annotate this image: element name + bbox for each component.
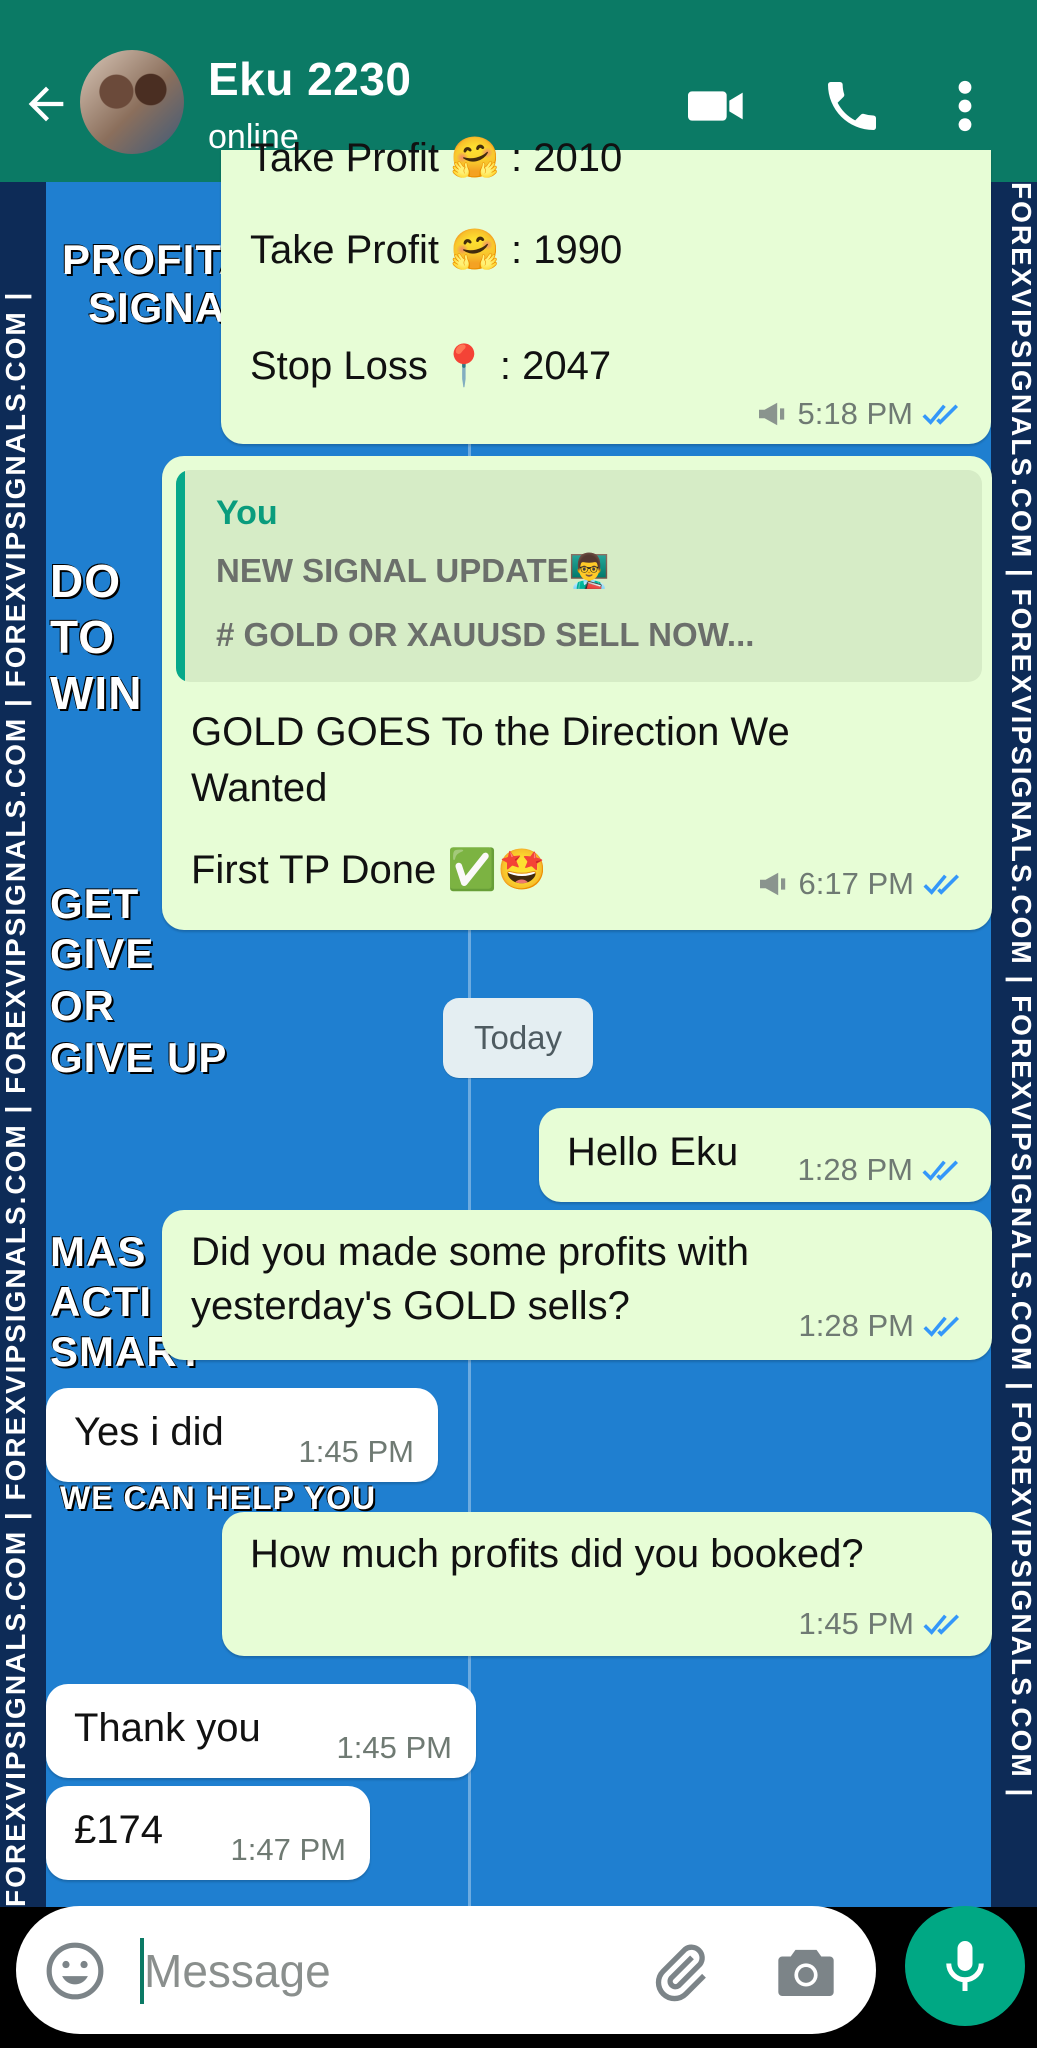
outgoing-message[interactable]: Take Profit 🤗 : 2010 Take Profit 🤗 : 199…	[221, 136, 991, 444]
double-check-icon	[923, 1614, 960, 1635]
message-text: How much profits did you booked?	[250, 1532, 864, 1576]
message-meta: 1:45 PM	[799, 1606, 966, 1642]
outgoing-message[interactable]: Did you made some profits with yesterday…	[162, 1210, 992, 1360]
message-time: 5:18 PM	[797, 396, 913, 431]
double-check-icon	[923, 874, 960, 895]
wallpaper-text: OR	[50, 982, 115, 1029]
message-text: GOLD GOES To the Direction We	[191, 710, 790, 754]
message-time: 1:28 PM	[797, 1152, 913, 1187]
wallpaper-text: GIVE UP	[50, 1034, 228, 1081]
mic-icon	[946, 1941, 984, 1991]
contact-name[interactable]: Eku 2230	[208, 52, 411, 106]
message-text: Stop Loss 📍 : 2047	[250, 344, 612, 388]
quoted-message[interactable]: You NEW SIGNAL UPDATE👨‍🏫 # GOLD OR XAUUS…	[176, 470, 982, 682]
message-text: Hello Eku	[567, 1130, 739, 1174]
message-text: Take Profit 🤗 : 1990	[250, 228, 623, 272]
incoming-message[interactable]: Yes i did 1:45 PM	[46, 1388, 438, 1482]
message-text: £174	[74, 1808, 163, 1852]
wallpaper-text: TO	[50, 611, 116, 663]
message-text: Did you made some profits with	[191, 1230, 750, 1274]
contact-avatar[interactable]	[80, 50, 184, 154]
camera-icon[interactable]	[774, 1942, 838, 2000]
message-meta: 1:28 PM	[798, 1152, 965, 1188]
phone-icon[interactable]	[820, 74, 884, 138]
message-placeholder[interactable]: Message	[144, 1944, 331, 1998]
message-text: Thank you	[74, 1706, 261, 1750]
message-meta: 6:17 PM	[757, 866, 966, 902]
message-meta: 1:45 PM	[337, 1730, 452, 1766]
message-time: 1:28 PM	[798, 1308, 914, 1343]
outgoing-message[interactable]: How much profits did you booked? 1:45 PM	[222, 1512, 992, 1656]
wallpaper-text: WIN	[50, 667, 143, 719]
quote-author: You	[216, 494, 278, 532]
quote-accent-bar	[176, 470, 185, 682]
message-meta: 1:45 PM	[299, 1434, 414, 1470]
message-time: 1:45 PM	[798, 1606, 914, 1641]
double-check-icon	[923, 1316, 960, 1337]
message-time: 6:17 PM	[798, 866, 914, 901]
message-text: yesterday's GOLD sells?	[191, 1284, 630, 1328]
quote-text: NEW SIGNAL UPDATE👨‍🏫	[216, 552, 610, 589]
wallpaper-text: DO	[50, 555, 121, 607]
megaphone-icon	[759, 872, 785, 896]
wallpaper-side-text-left: FOREXVIPSIGNALS.COM | FOREXVIPSIGNALS.CO…	[0, 182, 46, 1907]
message-time: 1:45 PM	[298, 1434, 414, 1469]
quote-text: # GOLD OR XAUUSD SELL NOW...	[216, 616, 755, 653]
outgoing-message[interactable]: Hello Eku 1:28 PM	[539, 1108, 991, 1202]
outgoing-message[interactable]: You NEW SIGNAL UPDATE👨‍🏫 # GOLD OR XAUUS…	[162, 456, 992, 930]
message-meta: 5:18 PM	[756, 396, 965, 432]
wallpaper-text: GIVE	[50, 930, 155, 977]
megaphone-icon	[758, 402, 784, 426]
more-icon[interactable]	[945, 74, 985, 138]
message-time: 1:45 PM	[336, 1730, 452, 1765]
double-check-icon	[922, 404, 959, 425]
wallpaper-text: SIGNA	[88, 284, 227, 331]
wallpaper-text: MAS	[50, 1228, 147, 1275]
back-arrow-icon[interactable]	[20, 78, 72, 130]
wallpaper-side-text-right: FOREXVIPSIGNALS.COM | FOREXVIPSIGNALS.CO…	[991, 182, 1037, 1907]
message-text: First TP Done ✅🤩	[191, 848, 547, 892]
message-text: Wanted	[191, 766, 328, 810]
incoming-message[interactable]: £174 1:47 PM	[46, 1786, 370, 1880]
message-text-cut: Take Profit 🤗 : 2010	[250, 136, 623, 180]
double-check-icon	[922, 1160, 959, 1181]
video-call-icon[interactable]	[684, 74, 748, 138]
message-meta: 1:28 PM	[799, 1308, 966, 1344]
wallpaper-text: GET	[50, 880, 140, 927]
message-text: Yes i did	[74, 1410, 224, 1454]
message-meta: 1:47 PM	[231, 1832, 346, 1868]
message-time: 1:47 PM	[230, 1832, 346, 1867]
attach-icon[interactable]	[648, 1940, 712, 2004]
wallpaper-text: ACTI	[50, 1278, 152, 1325]
date-separator: Today	[443, 998, 593, 1078]
incoming-message[interactable]: Thank you 1:45 PM	[46, 1684, 476, 1778]
voice-record-button[interactable]	[905, 1906, 1025, 2026]
emoji-icon[interactable]	[44, 1940, 106, 2002]
